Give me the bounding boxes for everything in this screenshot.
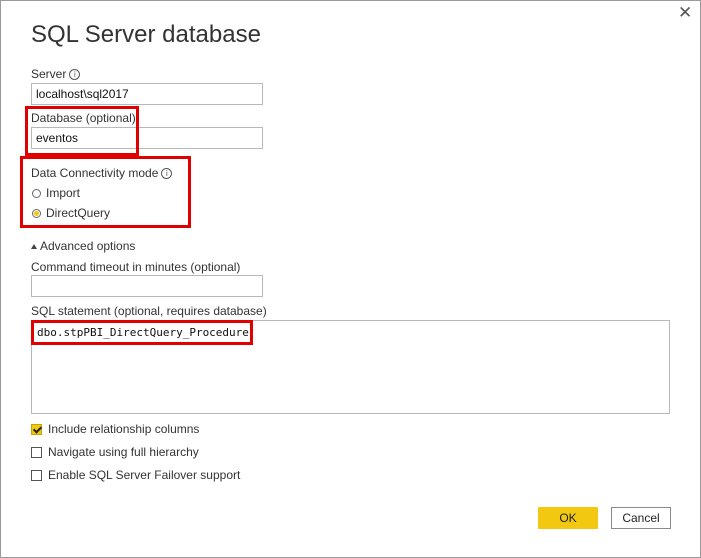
collapse-triangle-icon[interactable] — [31, 244, 37, 249]
dialog-title: SQL Server database — [31, 21, 261, 48]
checkbox-icon[interactable] — [31, 424, 42, 435]
cancel-button[interactable]: Cancel — [611, 507, 671, 529]
timeout-input[interactable] — [31, 275, 263, 297]
ok-button[interactable]: OK — [538, 507, 598, 529]
radio-icon[interactable] — [32, 209, 41, 218]
server-label-text: Server — [31, 67, 67, 81]
radio-import[interactable]: Import — [32, 186, 80, 200]
radio-directquery-label: DirectQuery — [46, 206, 111, 220]
sql-server-database-dialog: ✕ SQL Server database Server i localhost\… — [0, 0, 701, 558]
sql-statement-label: SQL statement (optional, requires databa… — [31, 304, 267, 318]
radio-directquery[interactable]: DirectQuery — [32, 206, 110, 220]
close-icon[interactable]: ✕ — [678, 4, 692, 21]
info-icon[interactable]: i — [161, 168, 173, 179]
timeout-label: Command timeout in minutes (optional) — [31, 260, 241, 274]
radio-import-label: Import — [46, 186, 81, 200]
database-label: Database (optional) — [31, 111, 136, 125]
checkbox-include-relationship-label: Include relationship columns — [48, 422, 200, 436]
connectivity-label-text: Data Connectivity mode — [31, 166, 159, 180]
radio-icon[interactable] — [32, 189, 41, 198]
advanced-options-toggle[interactable]: Advanced options — [31, 239, 135, 253]
advanced-options-label: Advanced options — [40, 239, 136, 253]
checkbox-navigate-hierarchy[interactable]: Navigate using full hierarchy — [31, 445, 199, 459]
checkbox-failover-support[interactable]: Enable SQL Server Failover support — [31, 468, 240, 482]
server-input[interactable]: localhost\sql2017 — [31, 83, 263, 105]
checkbox-icon[interactable] — [31, 447, 42, 458]
checkbox-include-relationship[interactable]: Include relationship columns — [31, 422, 199, 436]
checkbox-icon[interactable] — [31, 470, 42, 481]
checkbox-navigate-hierarchy-label: Navigate using full hierarchy — [48, 445, 199, 459]
connectivity-label: Data Connectivity mode i — [31, 166, 173, 180]
database-input[interactable]: eventos — [31, 127, 263, 149]
info-icon[interactable]: i — [69, 69, 81, 80]
server-label: Server i — [31, 67, 81, 81]
checkbox-failover-support-label: Enable SQL Server Failover support — [48, 468, 241, 482]
sql-statement-text: dbo.stpPBI_DirectQuery_Procedure — [37, 326, 249, 339]
